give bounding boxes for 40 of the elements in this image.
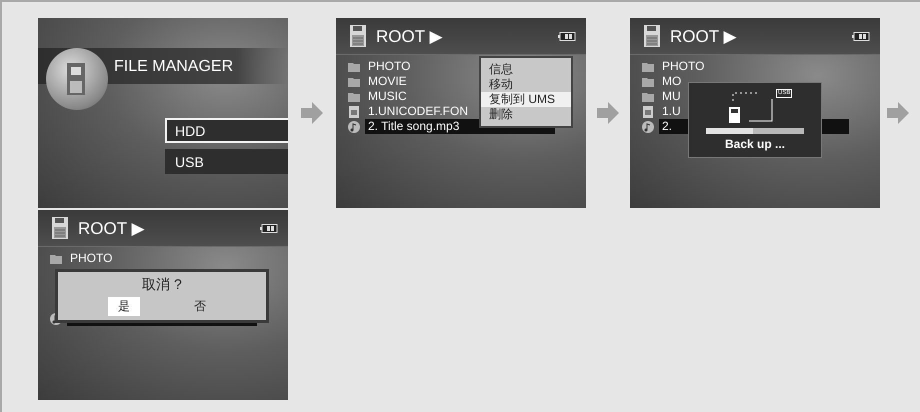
right-arrow-icon	[597, 102, 619, 124]
file-name[interactable]: PHOTO	[365, 59, 414, 74]
file-name[interactable]: MOVIE	[365, 74, 410, 89]
screen-title: FILE MANAGER	[114, 58, 234, 76]
file-name[interactable]: PHOTO	[67, 251, 116, 266]
music-note-icon	[642, 120, 654, 132]
music-note-icon	[348, 120, 360, 132]
file-name[interactable]: 1.U	[659, 104, 684, 119]
folder-icon	[348, 62, 360, 72]
folder-path: ROOT ▶	[376, 26, 444, 46]
file-name[interactable]: MUSIC	[365, 89, 410, 104]
backup-status: Back up ...	[724, 137, 786, 151]
folder-path: ROOT ▶	[670, 26, 738, 46]
menu-item[interactable]: 删除	[481, 107, 571, 122]
menu-item[interactable]: 复制到 UMS	[481, 92, 571, 107]
folder-icon	[642, 62, 654, 72]
battery-icon	[558, 32, 576, 40]
document-icon	[348, 106, 360, 118]
storage-option[interactable]: USB	[165, 149, 288, 174]
right-arrow-icon	[887, 102, 909, 124]
file-name[interactable]: PHOTO	[659, 59, 708, 74]
dialog-question: 取消 ?	[142, 276, 182, 294]
file-name[interactable]: MU	[659, 89, 684, 104]
storage-option[interactable]: HDD	[165, 118, 288, 143]
folder-icon	[50, 254, 62, 264]
folder-path: ROOT ▶	[78, 218, 146, 238]
menu-item[interactable]: 移动	[481, 77, 571, 92]
file-name[interactable]: 1.UNICODEF.FON	[365, 104, 472, 119]
folder-icon	[642, 76, 654, 86]
folder-icon	[348, 92, 360, 102]
dialog-option[interactable]: 否	[184, 297, 216, 316]
file-name[interactable]: MO	[659, 74, 684, 89]
right-arrow-icon	[301, 102, 323, 124]
battery-icon	[260, 224, 278, 232]
dialog-option[interactable]: 是	[108, 297, 140, 316]
document-icon	[642, 106, 654, 118]
folder-icon	[642, 92, 654, 102]
battery-icon	[852, 32, 870, 40]
menu-item[interactable]: 信息	[481, 62, 571, 77]
folder-icon	[348, 76, 360, 86]
